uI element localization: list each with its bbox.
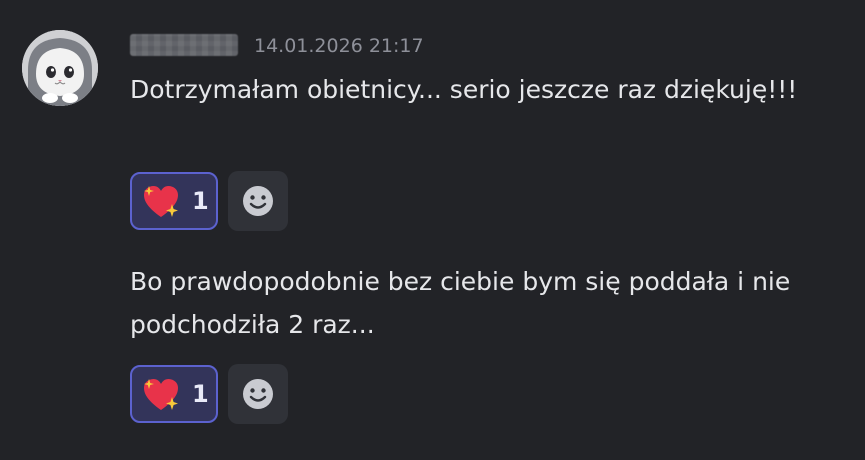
- message-text: Bo prawdopodobnie bez ciebie bym się pod…: [130, 267, 791, 339]
- reaction-sparkling-heart[interactable]: 1: [130, 365, 218, 423]
- smiley-icon: [243, 379, 273, 409]
- cat-avatar-icon: [22, 30, 98, 106]
- add-reaction-button[interactable]: [228, 171, 288, 231]
- username-redacted[interactable]: [130, 34, 238, 56]
- sparkling-heart-icon: [144, 186, 178, 217]
- user-avatar[interactable]: [22, 30, 98, 106]
- reaction-sparkling-heart[interactable]: 1: [130, 172, 218, 230]
- message-timestamp: 14.01.2026 21:17: [254, 35, 424, 57]
- smiley-icon: [243, 186, 273, 216]
- message-text: Dotrzymałam obietnicy... serio jeszcze r…: [130, 75, 798, 104]
- sparkling-heart-icon: [144, 379, 178, 410]
- reaction-count: 1: [192, 187, 209, 215]
- reaction-count: 1: [192, 380, 209, 408]
- add-reaction-button[interactable]: [228, 364, 288, 424]
